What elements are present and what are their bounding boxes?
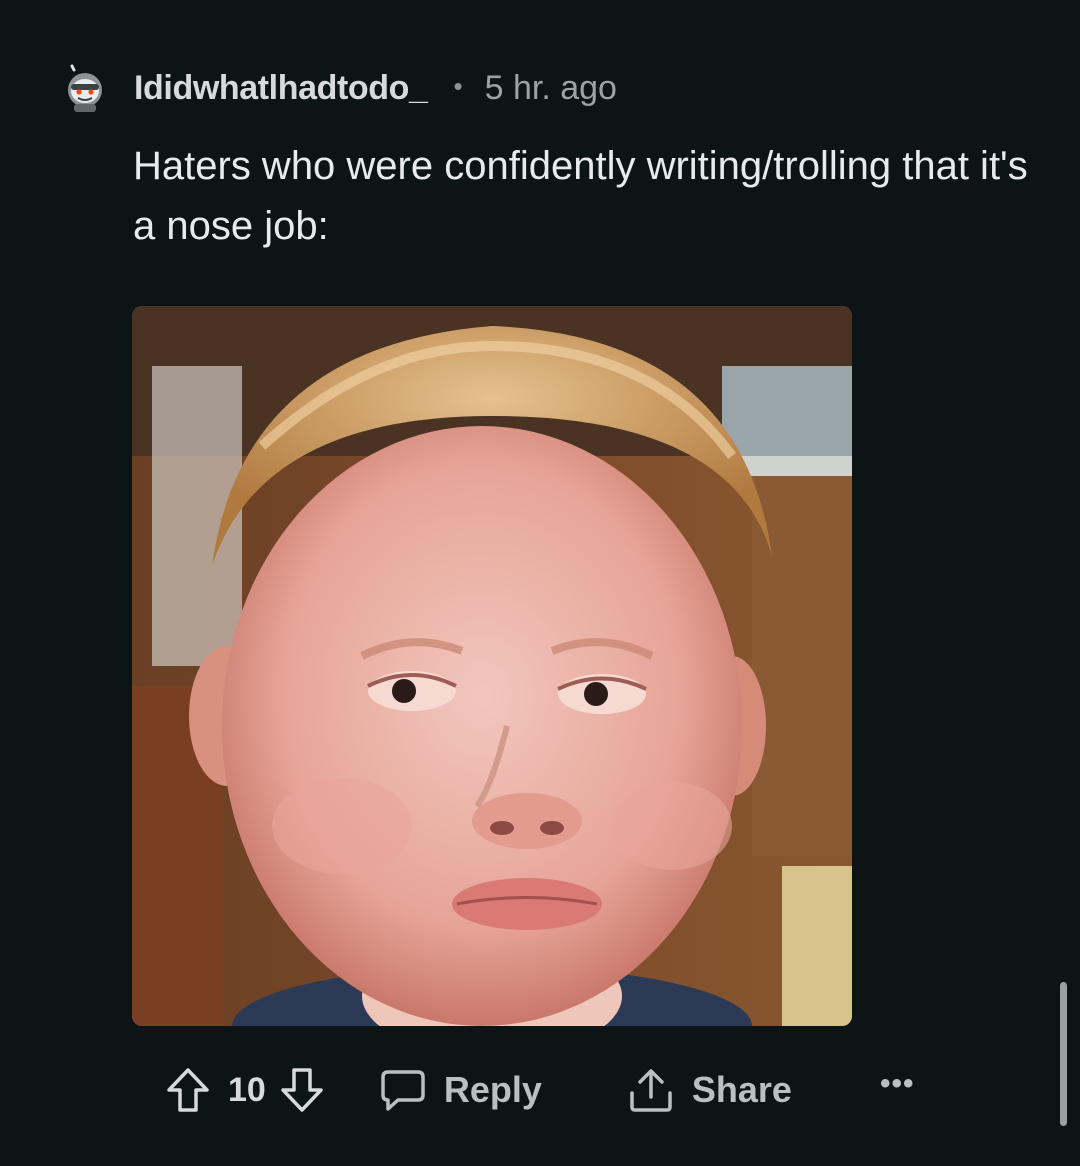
comment-image[interactable] xyxy=(132,306,852,1026)
comment: Ididwhatlhadtodo_ • 5 hr. ago Haters who… xyxy=(0,0,1080,1166)
share-upload-icon xyxy=(630,1069,672,1112)
username-link[interactable]: Ididwhatlhadtodo_ xyxy=(134,69,428,108)
comment-body: Haters who were confidently writing/trol… xyxy=(133,144,1028,248)
timestamp: 5 hr. ago xyxy=(484,68,617,107)
more-options-icon[interactable]: ••• xyxy=(880,1067,915,1101)
reply-label: Reply xyxy=(443,1069,542,1110)
comment-actions: 10 Reply Share ••• xyxy=(166,1058,914,1122)
reply-button[interactable]: Reply xyxy=(380,1068,542,1112)
scrollbar[interactable] xyxy=(1060,982,1067,1126)
share-label: Share xyxy=(691,1069,792,1110)
upvote-arrow-icon xyxy=(167,1068,209,1112)
downvote-button[interactable] xyxy=(280,1067,324,1113)
user-avatar-icon[interactable] xyxy=(62,60,108,116)
comment-header: Ididwhatlhadtodo_ • 5 hr. ago xyxy=(62,56,617,120)
meta-separator: • xyxy=(453,70,463,101)
share-button[interactable]: Share xyxy=(628,1067,792,1113)
vote-count: 10 xyxy=(228,1070,266,1109)
upvote-button[interactable] xyxy=(166,1067,210,1113)
downvote-arrow-icon xyxy=(281,1068,323,1112)
chat-bubble-icon xyxy=(381,1070,425,1111)
